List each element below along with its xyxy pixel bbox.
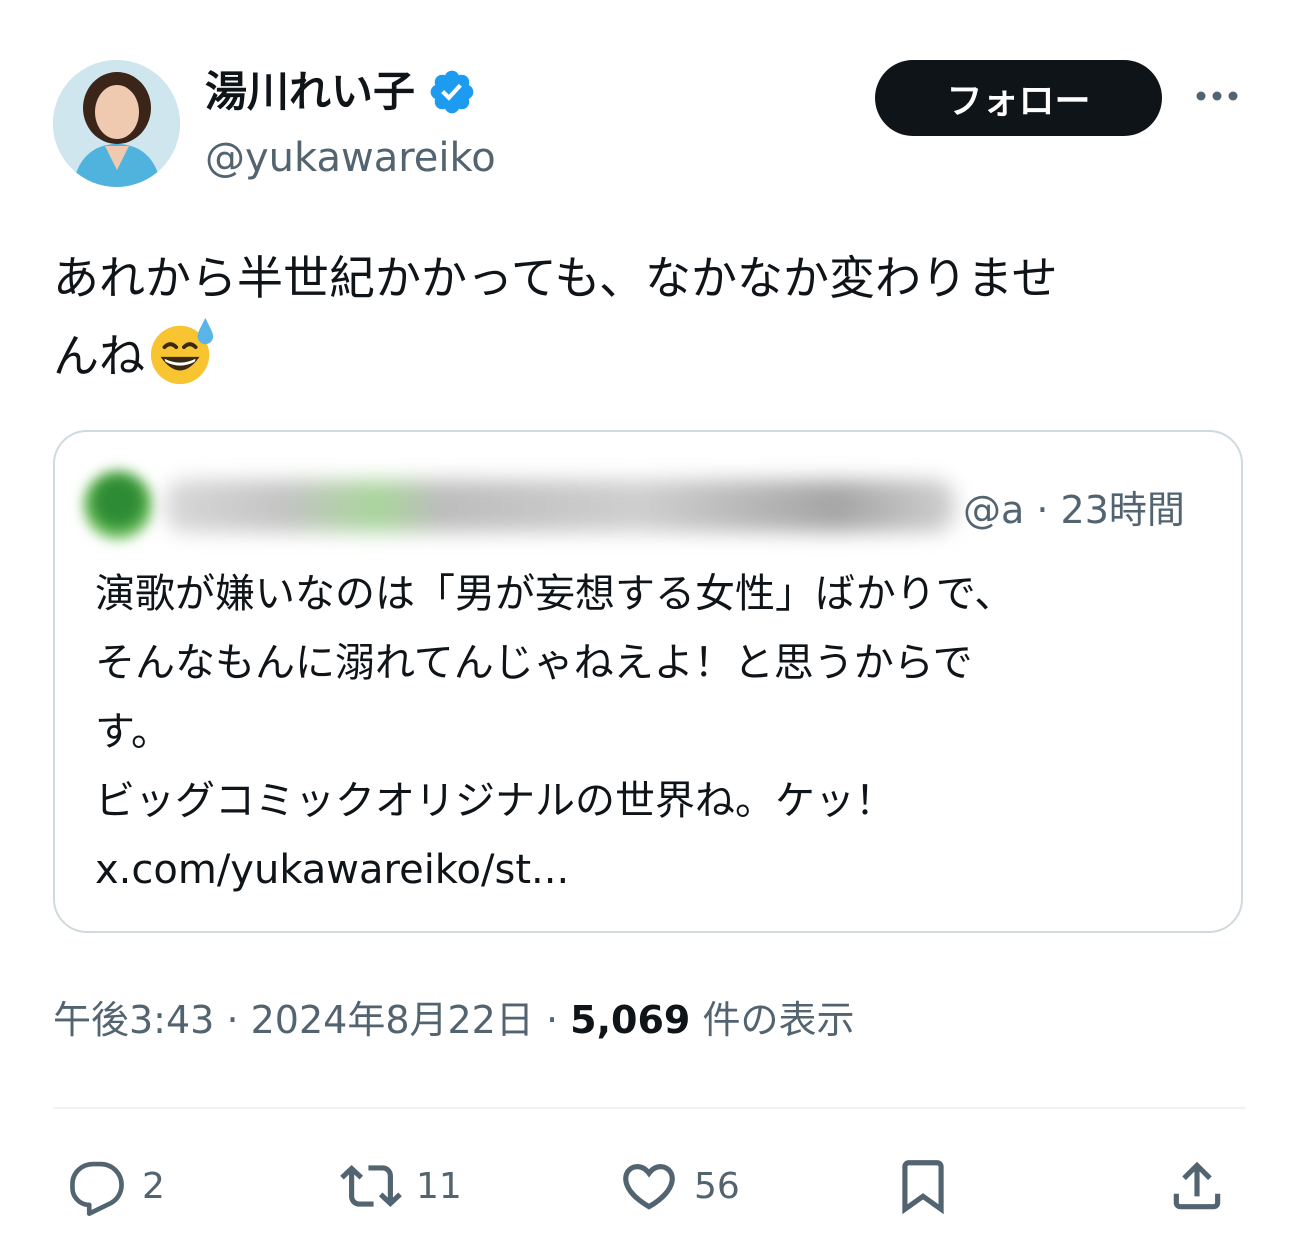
views-count: 5,069 <box>570 998 691 1042</box>
tweet-time[interactable]: 午後3:43 <box>53 998 214 1042</box>
retweet-button[interactable]: 11 <box>340 1150 462 1222</box>
quoted-tweet-text: 演歌が嫌いなのは「男が妄想する女性」ばかりで、 そんなもんに溺れてんじゃねえよ！… <box>95 560 1205 905</box>
quoted-author-handle: @a <box>963 488 1025 532</box>
author-display-name[interactable]: 湯川れい子 <box>205 62 415 122</box>
follow-button[interactable]: フォロー <box>875 60 1162 136</box>
quoted-text-line: ビッグコミックオリジナルの世界ね。ケッ！ <box>95 778 895 824</box>
quoted-text-line: そんなもんに溺れてんじゃねえよ！と思うからで <box>95 640 973 686</box>
author-handle[interactable]: @yukawareiko <box>205 130 496 186</box>
avatar-photo <box>53 60 180 187</box>
tweet-text: あれから半世紀かかっても、なかなか変わりませ んね <box>53 240 1253 394</box>
tweet-text-line-1: あれから半世紀かかっても、なかなか変わりませ <box>53 251 1058 305</box>
tweet-timestamp-row: 午後3:43 · 2024年8月22日 · 5,069 件の表示 <box>53 990 854 1050</box>
views-label: 件の表示 <box>702 998 855 1042</box>
tweet-text-line-2: んね <box>53 329 145 383</box>
quoted-tweet-link[interactable]: x.com/yukawareiko/st... <box>95 836 1205 905</box>
quoted-text-line: す。 <box>95 709 171 755</box>
retweet-count: 11 <box>416 1165 462 1207</box>
grinning-face-with-sweat-emoji <box>150 317 214 385</box>
more-dots-icon[interactable] <box>1193 82 1241 110</box>
retweet-icon <box>340 1165 402 1207</box>
separator-dot: · <box>226 998 239 1042</box>
quoted-author-name-blurred <box>165 480 955 532</box>
share-icon <box>1173 1161 1221 1210</box>
bookmark-button[interactable] <box>892 1150 954 1222</box>
separator-dot: · <box>545 998 559 1042</box>
author-name-row[interactable]: 湯川れい子 <box>205 62 477 122</box>
tweet-date[interactable]: 2024年8月22日 <box>251 998 534 1042</box>
verified-badge-icon <box>430 70 474 114</box>
like-button[interactable]: 56 <box>618 1150 740 1222</box>
quoted-author-avatar-blurred <box>83 470 153 540</box>
reply-icon <box>70 1161 124 1216</box>
quoted-text-line: 演歌が嫌いなのは「男が妄想する女性」ばかりで、 <box>95 571 1015 617</box>
quoted-tweet-time: · 23時間 <box>1036 488 1185 532</box>
share-button[interactable] <box>1166 1150 1228 1222</box>
divider <box>53 1107 1246 1109</box>
quoted-tweet-meta: @a · 23時間 <box>963 482 1185 538</box>
heart-icon <box>623 1164 675 1210</box>
like-count: 56 <box>694 1165 740 1207</box>
reply-count: 2 <box>142 1165 165 1207</box>
avatar[interactable] <box>53 60 180 187</box>
reply-button[interactable]: 2 <box>66 1150 165 1222</box>
quoted-tweet-card[interactable]: @a · 23時間 演歌が嫌いなのは「男が妄想する女性」ばかりで、 そんなもんに… <box>53 430 1243 933</box>
bookmark-icon <box>902 1160 944 1215</box>
